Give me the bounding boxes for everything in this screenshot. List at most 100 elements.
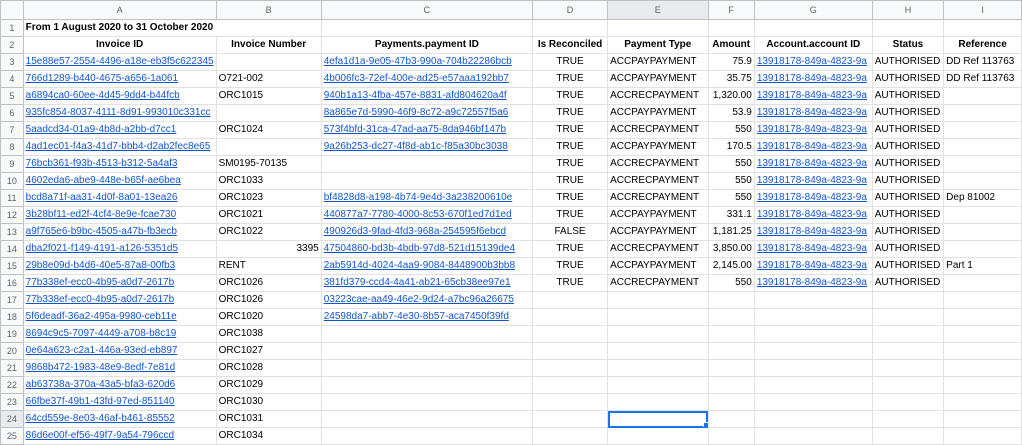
cell[interactable] bbox=[753, 291, 873, 309]
cell[interactable] bbox=[532, 427, 609, 445]
cell[interactable] bbox=[943, 308, 1022, 326]
cell[interactable] bbox=[320, 325, 534, 343]
cell[interactable]: 53.9 bbox=[707, 104, 755, 122]
cell[interactable]: AUTHORISED bbox=[871, 53, 945, 71]
cell[interactable]: 13918178-849a-4823-9a bbox=[753, 121, 873, 139]
cell[interactable] bbox=[320, 410, 534, 428]
cell[interactable]: 1,181.25 bbox=[707, 223, 755, 241]
cell[interactable] bbox=[532, 359, 609, 377]
cell[interactable]: bcd8a71f-aa31-4d0f-8a01-13ea26 bbox=[22, 189, 217, 207]
cell[interactable]: ACCPAYPAYMENT bbox=[607, 138, 709, 156]
cell[interactable] bbox=[871, 308, 945, 326]
cell[interactable] bbox=[943, 393, 1022, 411]
selected-cell[interactable] bbox=[607, 410, 709, 428]
row-header-16[interactable]: 16 bbox=[0, 274, 24, 292]
cell[interactable]: 1,320.00 bbox=[707, 87, 755, 105]
cell[interactable]: 3395 bbox=[215, 240, 322, 258]
column-header-i[interactable]: I bbox=[943, 0, 1022, 20]
cell[interactable]: 86d6e00f-ef56-49f7-9a54-796ccd bbox=[22, 427, 217, 445]
header-cell[interactable]: Payment Type bbox=[607, 36, 709, 54]
cell[interactable]: TRUE bbox=[532, 87, 609, 105]
cell[interactable]: O721-002 bbox=[215, 70, 322, 88]
cell[interactable] bbox=[943, 138, 1022, 156]
cell[interactable]: 76bcb361-f93b-4513-b312-5a4af3 bbox=[22, 155, 217, 173]
cell[interactable]: ACCPAYPAYMENT bbox=[607, 223, 709, 241]
column-header-b[interactable]: B bbox=[215, 0, 322, 20]
cell[interactable]: ORC1033 bbox=[215, 172, 322, 190]
cell[interactable]: ORC1034 bbox=[215, 427, 322, 445]
cell[interactable]: SM0195-70135 bbox=[215, 155, 322, 173]
cell[interactable]: 4b006fc3-72ef-400e-ad25-e57aaa192bb7 bbox=[320, 70, 534, 88]
cell[interactable]: ACCPAYPAYMENT bbox=[607, 206, 709, 224]
cell[interactable]: ORC1022 bbox=[215, 223, 322, 241]
cell[interactable]: FALSE bbox=[532, 223, 609, 241]
cell[interactable]: 4ad1ec01-f4a3-41d7-bbb4-d2ab2fec8e65 bbox=[22, 138, 217, 156]
cell[interactable] bbox=[607, 325, 709, 343]
row-header-25[interactable]: 25 bbox=[0, 427, 24, 445]
sheet-grid[interactable]: A B C D E F G H I 1 From 1 August 2020 to 31 Octob… bbox=[0, 0, 1022, 445]
column-header-c[interactable]: C bbox=[320, 0, 534, 20]
row-header-11[interactable]: 11 bbox=[0, 189, 24, 207]
cell[interactable]: 940b1a13-4fba-457e-8831-afd804620a4f bbox=[320, 87, 534, 105]
cell[interactable]: 13918178-849a-4823-9a bbox=[753, 257, 873, 275]
cell[interactable]: ACCPAYPAYMENT bbox=[607, 104, 709, 122]
cell[interactable]: 64cd559e-8e03-46af-b461-85552 bbox=[22, 410, 217, 428]
row-header-21[interactable]: 21 bbox=[0, 359, 24, 377]
cell[interactable] bbox=[943, 87, 1022, 105]
cell[interactable]: ORC1026 bbox=[215, 291, 322, 309]
cell[interactable]: 766d1289-b440-4675-a656-1a061 bbox=[22, 70, 217, 88]
cell[interactable]: 9868b472-1983-48e9-8edf-7e81d bbox=[22, 359, 217, 377]
cell[interactable]: 13918178-849a-4823-9a bbox=[753, 155, 873, 173]
cell[interactable]: 66fbe37f-49b1-43fd-97ed-851140 bbox=[22, 393, 217, 411]
cell[interactable] bbox=[320, 427, 534, 445]
cell[interactable]: ORC1020 bbox=[215, 308, 322, 326]
cell[interactable] bbox=[871, 19, 945, 37]
cell[interactable]: 381fd379-ccd4-4a41-ab21-65cb38ee97e1 bbox=[320, 274, 534, 292]
cell[interactable] bbox=[871, 393, 945, 411]
cell[interactable] bbox=[707, 410, 755, 428]
cell[interactable]: AUTHORISED bbox=[871, 189, 945, 207]
cell[interactable]: 13918178-849a-4823-9a bbox=[753, 70, 873, 88]
cell[interactable]: 0e64a623-c2a1-446a-93ed-eb897 bbox=[22, 342, 217, 360]
row-header-20[interactable]: 20 bbox=[0, 342, 24, 360]
cell[interactable] bbox=[943, 410, 1022, 428]
cell[interactable] bbox=[707, 342, 755, 360]
cell[interactable]: 24598da7-abb7-4e30-8b57-aca7450f39fd bbox=[320, 308, 534, 326]
header-cell[interactable]: Payments.payment ID bbox=[320, 36, 534, 54]
cell[interactable] bbox=[943, 291, 1022, 309]
cell[interactable]: ORC1029 bbox=[215, 376, 322, 394]
cell[interactable] bbox=[707, 291, 755, 309]
cell[interactable]: 550 bbox=[707, 189, 755, 207]
row-header-17[interactable]: 17 bbox=[0, 291, 24, 309]
cell[interactable]: ACCRECPAYMENT bbox=[607, 87, 709, 105]
cell[interactable] bbox=[871, 342, 945, 360]
row-header-14[interactable]: 14 bbox=[0, 240, 24, 258]
cell[interactable] bbox=[753, 19, 873, 37]
header-cell[interactable]: Invoice ID bbox=[22, 36, 217, 54]
cell[interactable] bbox=[320, 19, 534, 37]
cell[interactable] bbox=[707, 308, 755, 326]
cell[interactable] bbox=[753, 325, 873, 343]
cell[interactable] bbox=[943, 274, 1022, 292]
cell[interactable]: AUTHORISED bbox=[871, 206, 945, 224]
cell[interactable] bbox=[943, 376, 1022, 394]
cell[interactable]: 77b338ef-ecc0-4b95-a0d7-2617b bbox=[22, 274, 217, 292]
cell[interactable]: TRUE bbox=[532, 172, 609, 190]
row-header-13[interactable]: 13 bbox=[0, 223, 24, 241]
cell[interactable] bbox=[532, 376, 609, 394]
cell[interactable]: 5aadcd34-01a9-4b8d-a2bb-d7cc1 bbox=[22, 121, 217, 139]
cell[interactable]: RENT bbox=[215, 257, 322, 275]
cell[interactable]: ACCPAYPAYMENT bbox=[607, 257, 709, 275]
cell[interactable]: bf4828d8-a198-4b74-9e4d-3a238200610e bbox=[320, 189, 534, 207]
header-cell[interactable]: Status bbox=[871, 36, 945, 54]
row-header-7[interactable]: 7 bbox=[0, 121, 24, 139]
cell[interactable]: 2,145.00 bbox=[707, 257, 755, 275]
cell[interactable] bbox=[753, 342, 873, 360]
column-header-h[interactable]: H bbox=[871, 0, 945, 20]
cell[interactable]: 4efa1d1a-9e05-47b3-990a-704b22286bcb bbox=[320, 53, 534, 71]
cell[interactable]: 13918178-849a-4823-9a bbox=[753, 53, 873, 71]
cell[interactable]: TRUE bbox=[532, 53, 609, 71]
cell[interactable] bbox=[532, 410, 609, 428]
cell[interactable] bbox=[753, 359, 873, 377]
cell[interactable] bbox=[943, 155, 1022, 173]
